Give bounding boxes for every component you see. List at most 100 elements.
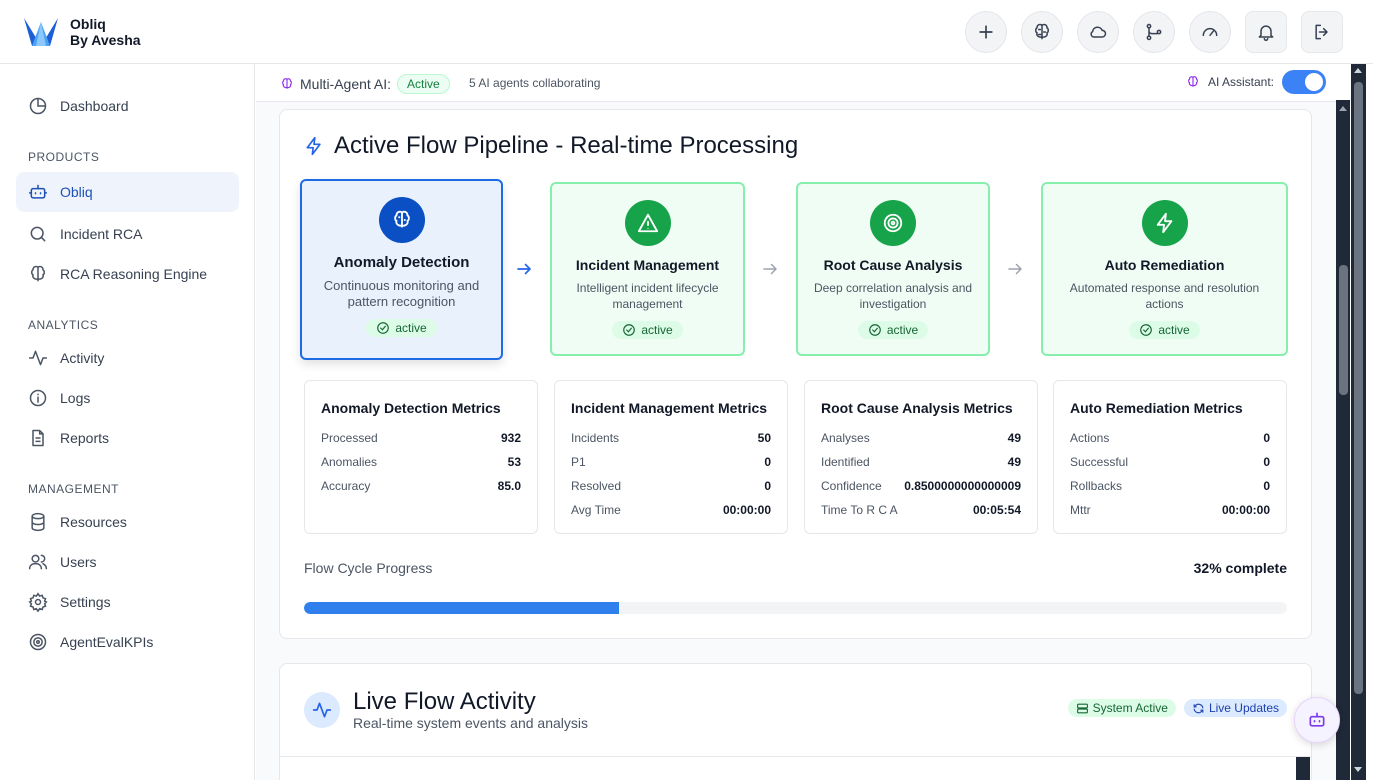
brain-icon [1188,76,1198,87]
sidebar-item-activity[interactable]: Activity [16,338,239,378]
sidebar-item-obliq[interactable]: Obliq [16,172,239,212]
stage-name: Root Cause Analysis [823,257,963,273]
metric-value: 0 [1263,479,1270,493]
metric-value: 00:00:00 [1221,503,1270,517]
top-actions [965,11,1343,53]
sidebar-item-reports[interactable]: Reports [16,418,239,458]
inner-scrollbar[interactable] [1336,100,1350,780]
sidebar-item-resources[interactable]: Resources [16,502,239,542]
brand: Obliq By Avesha [70,16,141,48]
metric-label: Avg Time [571,503,621,517]
git-branch-icon[interactable] [1133,11,1175,53]
stage-auto-remediation[interactable]: Auto Remediation Automated response and … [1041,182,1288,356]
section-analytics: ANALYTICS [28,318,99,332]
agents-count: 5 AI agents collaborating [469,76,601,90]
system-active-badge: System Active [1067,699,1176,717]
stage-status-badge: active [366,319,437,337]
status-badge: Active [397,74,450,94]
pipeline-card: Active Flow Pipeline - Real-time Process… [279,109,1312,639]
cloud-icon[interactable] [1077,11,1119,53]
metric-row: Successful 0 [1070,455,1270,469]
sidebar-item-label: Dashboard [60,98,129,114]
sidebar-item-users[interactable]: Users [16,542,239,582]
metric-value: 932 [500,431,521,445]
metric-card-incident-management: Incident Management Metrics Incidents 50 … [554,380,788,534]
metric-row: Mttr 00:00:00 [1070,503,1270,517]
arrow-right-icon [517,263,531,275]
database-icon [31,512,45,532]
stage-anomaly-detection[interactable]: Anomaly Detection Continuous monitoring … [300,179,503,360]
zap-icon [1156,212,1172,234]
metric-value: 0 [764,455,771,469]
sidebar-item-logs[interactable]: Logs [16,378,239,418]
sidebar-item-rca-reasoning-engine[interactable]: RCA Reasoning Engine [16,254,239,294]
metric-value: 0 [1263,431,1270,445]
inner-scrollbar-corner [1296,757,1310,780]
stage-root-cause-analysis[interactable]: Root Cause Analysis Deep correlation ana… [796,182,990,356]
progress-label: Flow Cycle Progress [304,560,433,576]
plus-icon[interactable] [965,11,1007,53]
target-icon [883,213,903,233]
stage-icon-circle [624,200,671,246]
live-badges: System Active Live Updates [1067,699,1287,717]
metric-value: 0 [764,479,771,493]
page-scrollbar[interactable] [1351,64,1366,780]
section-management: MANAGEMENT [28,482,120,496]
ai-assistant-label: AI Assistant: [1207,75,1274,89]
metric-row: Resolved 0 [571,479,771,493]
ai-assistant-toggle[interactable] [1282,70,1326,94]
stage-status-text: active [641,323,673,337]
progress-fill [304,602,619,614]
gauge-icon[interactable] [1189,11,1231,53]
logout-icon[interactable] [1301,11,1343,53]
stage-name: Auto Remediation [1104,257,1225,273]
metric-row: Incidents 50 [571,431,771,445]
page-scrollbar-thumb[interactable] [1354,82,1363,694]
sidebar-item-incident-rca[interactable]: Incident RCA [16,214,239,254]
status-strip: Multi-Agent AI: Active 5 AI agents colla… [256,64,1336,102]
bell-icon[interactable] [1245,11,1287,53]
ai-assistant-button[interactable] [1294,697,1340,743]
check-circle-icon [377,322,390,334]
stage-icon-circle [378,197,425,243]
obliq-logo[interactable] [22,16,60,48]
multi-agent-status: Multi-Agent AI: Active [280,74,450,94]
sidebar-item-settings[interactable]: Settings [16,582,239,622]
stage-incident-management[interactable]: Incident Management Intelligent incident… [550,182,745,356]
sidebar-item-agentevalkpis[interactable]: AgentEvalKPIs [16,622,239,662]
live-updates-badge: Live Updates [1183,699,1287,717]
stage-status-text: active [886,323,919,337]
stage-description: Deep correlation analysis and investigat… [813,281,973,311]
metric-value: 49 [1007,455,1021,469]
metric-label: Anomalies [321,455,378,469]
live-title: Live Flow Activity [353,688,536,715]
sidebar-item-label: Users [60,554,97,570]
main-content: Multi-Agent AI: Active 5 AI agents colla… [256,64,1336,780]
metric-row: Anomalies 53 [321,455,521,469]
metric-row: Actions 0 [1070,431,1270,445]
metric-value: 00:05:54 [972,503,1021,517]
bot-icon [28,184,48,199]
top-bar: Obliq By Avesha [0,0,1373,64]
users-icon [28,554,48,570]
metric-label: Processed [321,431,378,445]
divider [280,756,1311,757]
stage-description: Intelligent incident lifecycle managemen… [576,281,719,311]
live-subtitle: Real-time system events and analysis [353,715,588,731]
sidebar: Dashboard PRODUCTS Obliq Incident RCA RC… [0,64,255,780]
arrow-right-icon [763,263,777,275]
metric-value: 0 [1263,455,1270,469]
metric-value: 85.0 [497,479,521,493]
sidebar-item-label: AgentEvalKPIs [60,634,154,650]
stage-name: Anomaly Detection [333,254,470,271]
brain-icon[interactable] [1021,11,1063,53]
pipeline-title-text: Active Flow Pipeline - Real-time Process… [334,132,799,159]
stage-icon-circle [1141,200,1188,246]
metric-row: Avg Time 00:00:00 [571,503,771,517]
metric-card-title: Incident Management Metrics [571,400,768,416]
sidebar-item-label: RCA Reasoning Engine [60,266,208,282]
sidebar-item-label: Reports [60,430,110,446]
inner-scrollbar-thumb[interactable] [1339,265,1348,395]
metric-value: 00:00:00 [722,503,771,517]
sidebar-item-dashboard[interactable]: Dashboard [16,86,239,126]
